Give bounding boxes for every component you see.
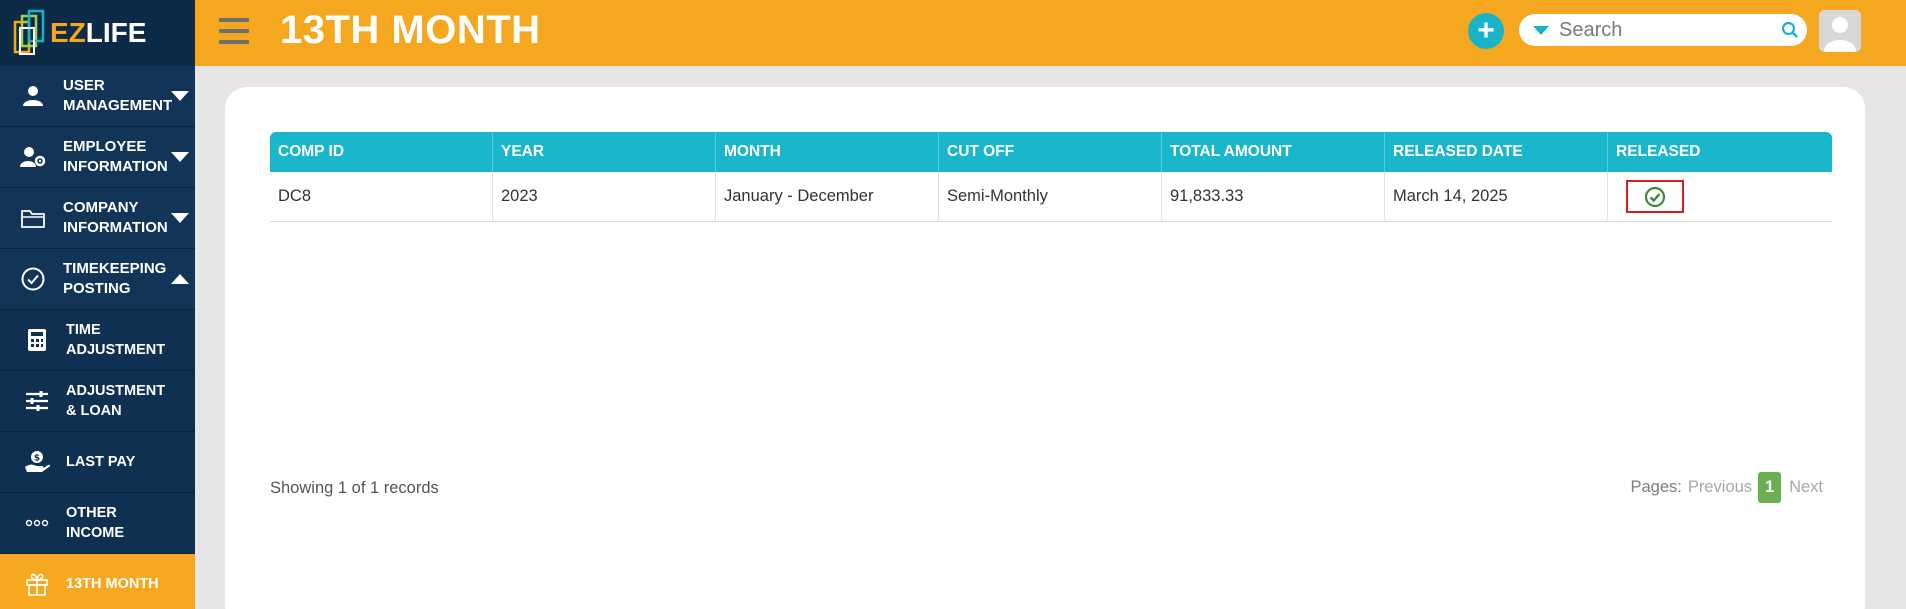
sidebar: EZLIFE USER MANAGEMENT EMPLOYEE INFORMAT… <box>0 0 195 609</box>
sidebar-subitem-other-income[interactable]: OTHER INCOME <box>0 493 195 554</box>
dots-icon <box>24 510 50 536</box>
chevron-down-icon <box>171 213 189 223</box>
column-header-cut-off[interactable]: CUT OFF <box>938 132 1162 172</box>
sidebar-item-label: LAST PAY <box>66 454 136 470</box>
thirteenth-month-table: COMP ID YEAR MONTH CUT OFF TOTAL AMOUNT … <box>270 132 1832 222</box>
brand-life: LIFE <box>85 17 147 48</box>
table-header-row: COMP ID YEAR MONTH CUT OFF TOTAL AMOUNT … <box>270 132 1832 172</box>
sidebar-item-label: ADJUSTMENT & LOAN <box>66 383 166 419</box>
released-check-icon <box>1644 186 1666 207</box>
sidebar-item-label: 13TH MONTH <box>66 576 159 592</box>
table-row[interactable]: DC8 2023 January - December Semi-Monthly… <box>270 172 1832 222</box>
page-1-button[interactable]: 1 <box>1758 472 1782 503</box>
column-header-released[interactable]: RELEASED <box>1607 132 1832 172</box>
hamburger-menu-icon[interactable] <box>219 18 249 46</box>
hand-money-icon: $ <box>24 449 50 475</box>
column-header-total-amount[interactable]: TOTAL AMOUNT <box>1161 132 1385 172</box>
user-icon <box>20 83 46 109</box>
cell-released <box>1607 172 1832 222</box>
gift-icon <box>24 571 50 597</box>
sidebar-subitem-adjustment-loan[interactable]: ADJUSTMENT & LOAN <box>0 371 195 432</box>
folder-icon <box>20 205 46 231</box>
sidebar-subitem-13th-month[interactable]: 13TH MONTH <box>0 554 195 609</box>
sidebar-item-company-information[interactable]: COMPANY INFORMATION <box>0 188 195 249</box>
sidebar-item-employee-information[interactable]: EMPLOYEE INFORMATION <box>0 127 195 188</box>
sidebar-item-label: OTHER INCOME <box>66 505 124 541</box>
sidebar-item-label: COMPANY INFORMATION <box>63 199 168 236</box>
top-header: 13TH MONTH + <box>195 0 1906 66</box>
next-page-link[interactable]: Next <box>1789 478 1823 497</box>
svg-text:$: $ <box>34 454 40 464</box>
sidebar-item-label: USER MANAGEMENT <box>63 77 173 114</box>
sidebar-item-label: TIMEKEEPING POSTING <box>63 260 167 297</box>
cell-total-amount: 91,833.33 <box>1161 172 1385 222</box>
search-filter-dropdown-icon[interactable] <box>1533 25 1549 35</box>
chevron-down-icon <box>171 152 189 162</box>
sidebar-item-user-management[interactable]: USER MANAGEMENT <box>0 66 195 127</box>
chevron-up-icon <box>171 274 189 284</box>
chevron-down-icon <box>171 91 189 101</box>
cell-month: January - December <box>715 172 939 222</box>
brand-name: EZLIFE <box>50 17 146 49</box>
sidebar-item-label: EMPLOYEE INFORMATION <box>63 138 168 175</box>
column-header-year[interactable]: YEAR <box>492 132 716 172</box>
content-card: COMP ID YEAR MONTH CUT OFF TOTAL AMOUNT … <box>225 87 1865 609</box>
records-count: Showing 1 of 1 records <box>270 479 439 497</box>
calculator-icon <box>24 327 50 353</box>
previous-page-link[interactable]: Previous <box>1688 478 1752 497</box>
sidebar-item-label: TIME ADJUSTMENT <box>66 322 166 358</box>
search-input[interactable] <box>1557 17 1781 43</box>
page-title: 13TH MONTH <box>280 8 541 52</box>
brand-logo[interactable]: EZLIFE <box>0 0 195 66</box>
logo-mark-icon <box>12 8 50 58</box>
sidebar-subitem-time-adjustment[interactable]: TIME ADJUSTMENT <box>0 310 195 371</box>
user-gear-icon <box>20 144 46 170</box>
pages-label: Pages: <box>1630 478 1682 496</box>
pagination: Pages: Previous 1 Next <box>1630 472 1823 503</box>
check-circle-icon <box>20 266 46 292</box>
column-header-comp-id[interactable]: COMP ID <box>270 132 493 172</box>
cell-released-date: March 14, 2025 <box>1384 172 1608 222</box>
cell-comp-id: DC8 <box>270 172 493 222</box>
column-header-month[interactable]: MONTH <box>715 132 939 172</box>
cell-cut-off: Semi-Monthly <box>938 172 1162 222</box>
search-icon[interactable] <box>1781 21 1799 44</box>
sidebar-subitem-last-pay[interactable]: $ LAST PAY <box>0 432 195 493</box>
add-button[interactable]: + <box>1468 13 1504 49</box>
brand-ez: EZ <box>50 17 86 48</box>
released-highlight-box[interactable] <box>1626 180 1684 213</box>
avatar[interactable] <box>1819 10 1861 52</box>
column-header-released-date[interactable]: RELEASED DATE <box>1384 132 1608 172</box>
search-box <box>1519 14 1807 46</box>
cell-year: 2023 <box>492 172 716 222</box>
sidebar-item-timekeeping-posting[interactable]: TIMEKEEPING POSTING <box>0 249 195 310</box>
sliders-icon <box>24 388 50 414</box>
